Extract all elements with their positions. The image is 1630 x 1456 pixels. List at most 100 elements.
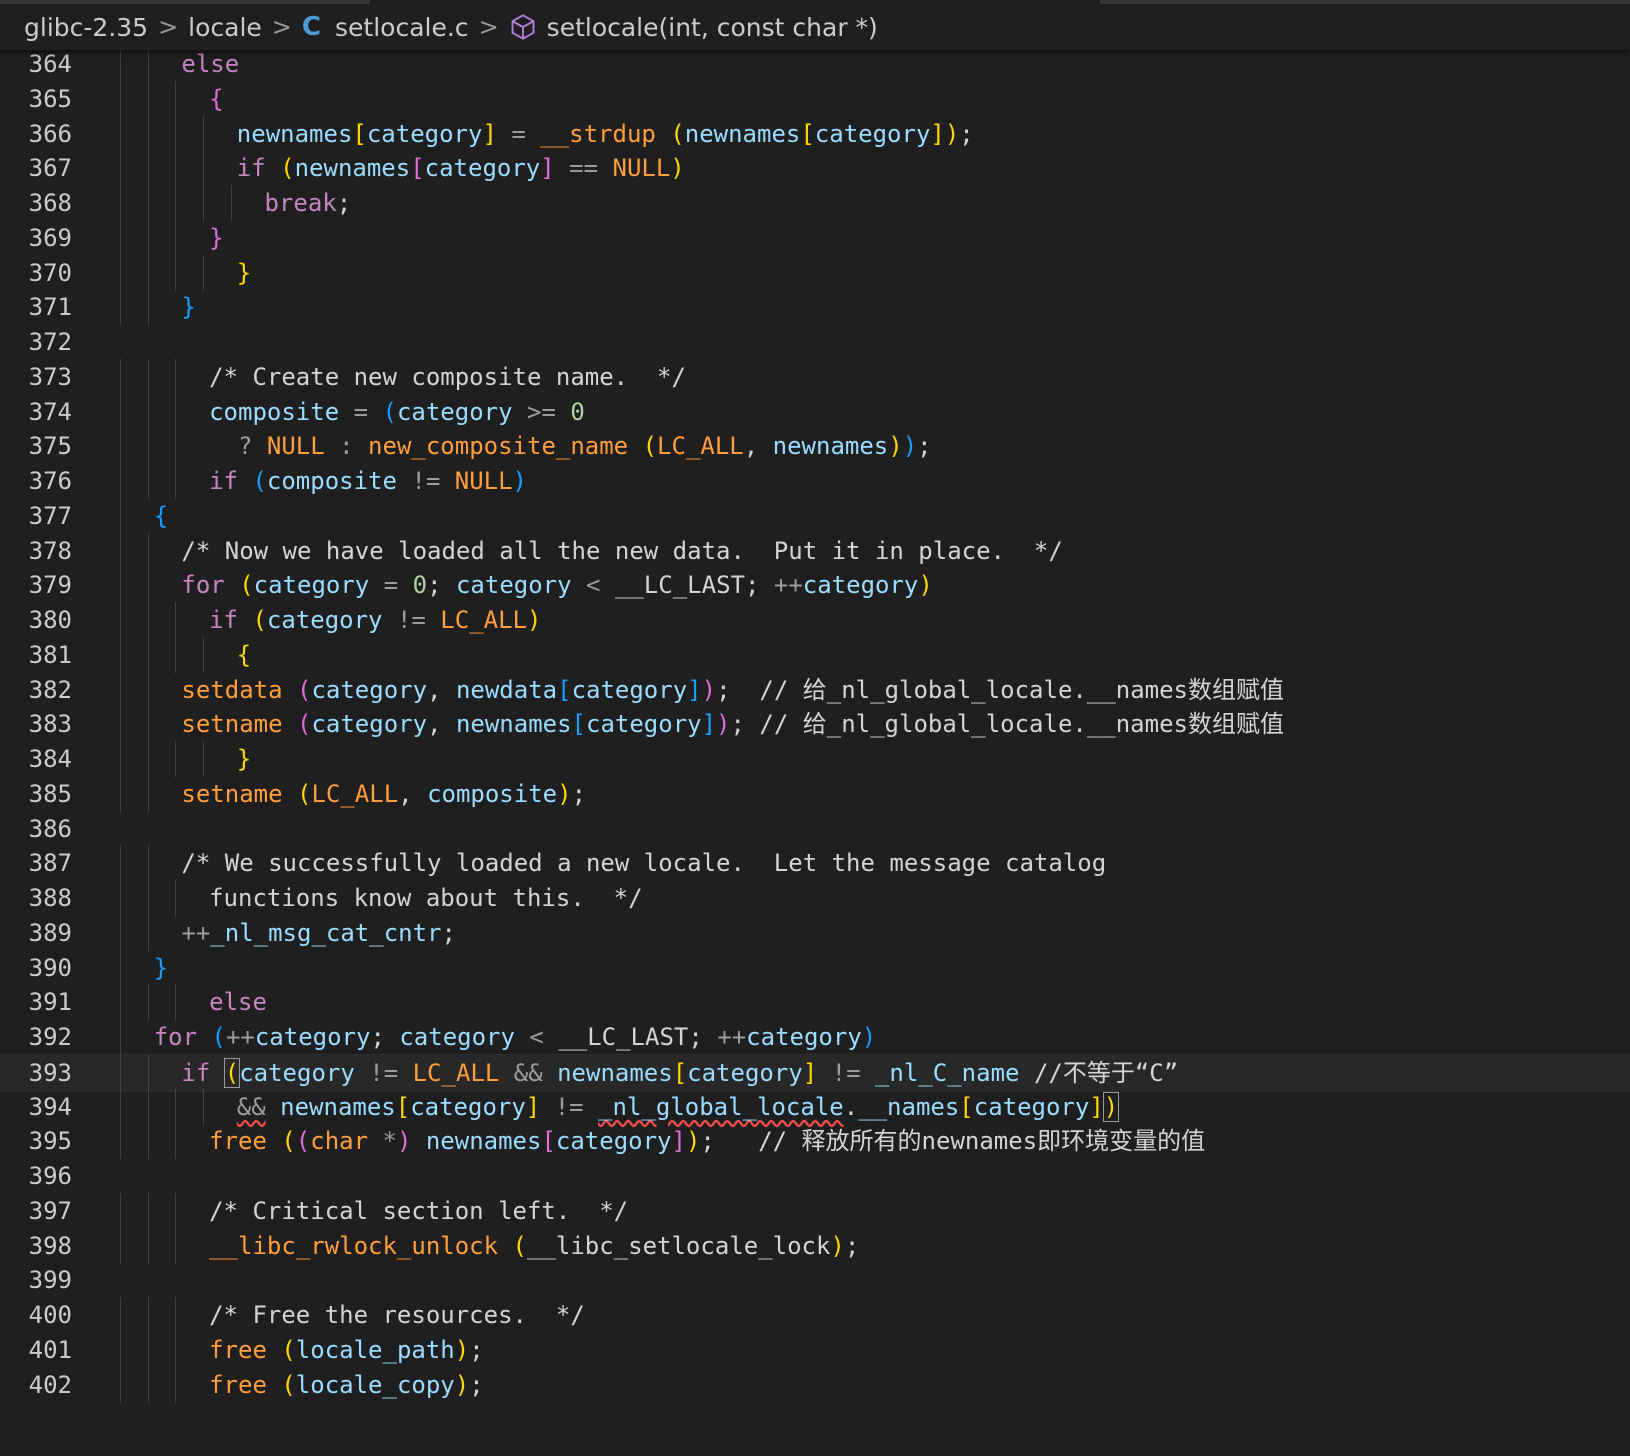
indent-guide xyxy=(120,358,121,395)
code-line[interactable]: 379 for (category = 0; category < __LC_LA… xyxy=(0,567,1630,604)
code-line[interactable]: 364 else xyxy=(0,46,1630,82)
code-line[interactable]: 396 xyxy=(0,1158,1630,1194)
code-line[interactable]: 395 free ((char *) newnames[category]); /… xyxy=(0,1123,1630,1160)
code-token: break xyxy=(264,189,337,217)
code-token: category xyxy=(746,1023,862,1051)
code-text: composite = (category >= 0 xyxy=(209,394,585,430)
code-line[interactable]: 384} xyxy=(0,741,1630,777)
code-token: && xyxy=(236,1092,266,1121)
c-file-icon: C xyxy=(301,12,322,42)
code-token: ) xyxy=(701,675,717,704)
code-line[interactable]: 390} xyxy=(0,949,1630,986)
code-token: [ xyxy=(571,710,586,739)
breadcrumb-subfolder[interactable]: locale xyxy=(188,13,262,42)
code-line[interactable]: 402 free (locale_copy); xyxy=(0,1366,1630,1403)
code-line[interactable]: 393 if (category != LC_ALL && newnames[ca… xyxy=(0,1053,1630,1092)
code-line[interactable]: 375 ? NULL : new_composite_name (LC_ALL,… xyxy=(0,428,1630,465)
code-text: free (locale_copy); xyxy=(209,1367,484,1403)
code-token: newnames xyxy=(236,119,353,148)
indent-guide xyxy=(175,1297,177,1333)
line-number: 388 xyxy=(28,884,72,912)
line-number: 372 xyxy=(28,328,72,356)
code-token: category xyxy=(366,119,483,148)
code-token: } xyxy=(181,293,196,322)
code-line[interactable]: 371} xyxy=(0,289,1630,326)
code-line[interactable]: 374 composite = (category >= 0 xyxy=(0,393,1630,430)
indent-guide xyxy=(147,463,149,499)
code-text: { xyxy=(154,498,168,534)
indent-guide xyxy=(120,636,121,673)
code-line[interactable]: 378 /* Now we have loaded all the new dat… xyxy=(0,532,1630,569)
indent-guide xyxy=(175,254,177,291)
code-token: != xyxy=(817,1058,875,1087)
line-number: 383 xyxy=(28,710,72,739)
code-line[interactable]: 381 { xyxy=(0,636,1630,673)
line-number: 376 xyxy=(28,467,72,495)
indent-guide xyxy=(203,150,205,187)
code-token: [ xyxy=(410,154,425,183)
code-line[interactable]: 398 __libc_rwlock_unlock (__libc_setlocal… xyxy=(0,1227,1630,1264)
code-line[interactable]: 392 for (++category; category < __LC_LAST… xyxy=(0,1019,1630,1055)
code-line[interactable]: 367 if (newnames[category] == NULL) xyxy=(0,150,1630,187)
code-editor[interactable]: 364 else 365{366 newnames[category] = __str… xyxy=(0,46,1630,1456)
code-token: locale_path xyxy=(295,1335,455,1364)
code-token: __strdup xyxy=(540,119,656,148)
chevron-right-icon: > xyxy=(158,13,179,41)
code-token: ) xyxy=(1102,1091,1120,1122)
code-line[interactable]: 388 functions know about this. */ xyxy=(0,880,1630,916)
code-line[interactable]: 369} xyxy=(0,219,1630,256)
indent-guide xyxy=(175,636,177,673)
code-line[interactable]: 366 newnames[category] = __strdup (newnam… xyxy=(0,115,1630,152)
line-number: 389 xyxy=(28,918,72,947)
code-line[interactable]: 380 if (category != LC_ALL) xyxy=(0,602,1630,638)
code-line[interactable]: 385 setname (LC_ALL, composite); xyxy=(0,775,1630,812)
code-line[interactable]: 373 /* Create new composite name. */ xyxy=(0,358,1630,395)
code-line[interactable]: 383 setname (category, newnames[category]… xyxy=(0,706,1630,743)
line-number: 395 xyxy=(28,1127,72,1156)
line-number: 370 xyxy=(28,258,72,287)
code-token: locale_copy xyxy=(295,1370,455,1399)
indent-guide xyxy=(147,775,149,812)
code-line[interactable]: 400 /* Free the resources. */ xyxy=(0,1297,1630,1333)
code-line[interactable]: 368 break; xyxy=(0,185,1630,221)
chevron-right-icon: > xyxy=(478,13,499,41)
code-line[interactable]: 376 if (composite != NULL) xyxy=(0,463,1630,499)
code-text: if (newnames[category] == NULL) xyxy=(237,150,685,186)
code-token: ) xyxy=(888,432,903,461)
code-line[interactable]: 399 xyxy=(0,1262,1630,1298)
indent-guide xyxy=(175,358,177,395)
breadcrumb-file[interactable]: C setlocale.c xyxy=(302,12,469,42)
code-token: ( xyxy=(252,467,267,495)
breadcrumb-symbol[interactable]: setlocale(int, const char *) xyxy=(509,13,878,42)
code-line[interactable]: 386 xyxy=(0,811,1630,847)
code-line[interactable]: 372 xyxy=(0,324,1630,360)
code-line[interactable]: 382 setdata (category, newdata[category])… xyxy=(0,671,1630,708)
indent-guide xyxy=(120,1054,121,1091)
indent-guide xyxy=(120,775,121,812)
code-line[interactable]: 377 { xyxy=(0,497,1630,534)
indent-guide xyxy=(203,254,205,291)
code-line[interactable]: 391 else xyxy=(0,984,1630,1021)
indent-guide xyxy=(120,185,121,221)
code-line[interactable]: 387 /* We successfully loaded a new local… xyxy=(0,845,1630,882)
code-line[interactable]: 370} xyxy=(0,254,1630,291)
code-line[interactable]: 401 free (locale_path); xyxy=(0,1331,1630,1368)
code-token: , xyxy=(427,710,456,739)
code-line[interactable]: 365 { xyxy=(0,80,1630,117)
code-text: __libc_rwlock_unlock (__libc_setlocale_l… xyxy=(209,1228,859,1264)
code-token: ++ xyxy=(717,1023,747,1051)
breadcrumb-folder[interactable]: glibc-2.35 xyxy=(24,13,148,42)
code-token: __names xyxy=(858,1092,960,1121)
code-token: category xyxy=(814,119,931,148)
code-line[interactable]: 397 /* Critical section left. */ xyxy=(0,1192,1630,1229)
line-number: 401 xyxy=(28,1335,72,1364)
code-token: >= xyxy=(512,397,571,426)
code-line[interactable]: 389 ++_nl_msg_cat_cntr; xyxy=(0,914,1630,951)
code-token: != xyxy=(354,1058,413,1087)
code-text: } xyxy=(209,220,223,256)
code-token: __libc_rwlock_unlock xyxy=(209,1231,499,1260)
code-line[interactable]: 394 && newnames[category] != _nl_global_l… xyxy=(0,1088,1630,1125)
